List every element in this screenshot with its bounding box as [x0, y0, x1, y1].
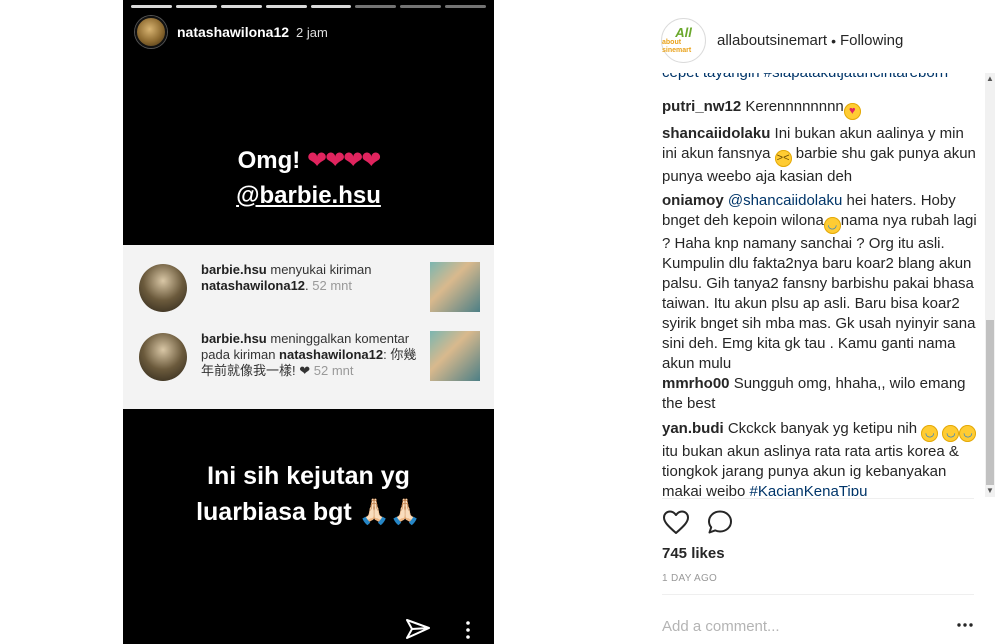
comment-bubble-icon[interactable] [706, 509, 734, 535]
notif-action: menyukai kiriman [266, 262, 372, 277]
post-header: All about sinemart allaboutsinemart • Fo… [661, 18, 903, 63]
header-separator: • [831, 32, 836, 49]
comment-hashtag[interactable]: #KacianKenaTipu [750, 483, 868, 496]
tears-of-joy-emoji-icon: ◡ [823, 217, 841, 234]
story-hearts: ❤❤❤❤ [306, 147, 381, 174]
account-avatar[interactable]: All about sinemart [661, 18, 706, 63]
notif-target: natashawilona12 [279, 347, 384, 362]
add-comment-input[interactable] [662, 614, 974, 638]
notification-screenshot: barbie.hsu menyukai kiriman natashawilon… [123, 245, 494, 409]
notif-thumbnail [430, 331, 480, 381]
story-footer [123, 614, 494, 644]
comment-item: oniamoy @shancaiidolaku hei haters. Hoby… [662, 191, 980, 374]
comments-list[interactable]: cepet tayangin #siapatakutjatuhcintarebo… [662, 73, 980, 496]
story-mention: @barbie.hsu [236, 182, 381, 209]
story-caption-line1: Ini sih kejutan yg [207, 462, 410, 490]
story-caption-omg: Omg! [237, 147, 301, 174]
comment-text: Ckckck banyak yg ketipu nih [723, 420, 922, 437]
story-header: natashawilona12 2 jam [135, 16, 328, 48]
notif-thumbnail [430, 262, 480, 312]
notif-target: natashawilona12 [201, 278, 306, 293]
story-avatar [135, 16, 167, 48]
comment-username[interactable]: putri_nw12 [662, 98, 741, 115]
tears-of-joy-emoji-icon: ◡ [942, 425, 960, 442]
tears-of-joy-emoji-icon: ◡ [959, 425, 977, 442]
notif-time: 52 mnt [313, 363, 354, 378]
divider [662, 498, 974, 499]
comment-text-after: nama nya rubah lagi ? Haha knp namany sa… [662, 212, 977, 372]
comment-username[interactable]: yan.budi [662, 420, 724, 437]
logo-text-top: All [675, 24, 692, 40]
comment-item: yan.budi Ckckck banyak yg ketipu nih ◡ ◡… [662, 419, 980, 496]
story-caption-bottom: Ini sih kejutan yg luarbiasa bgt 🙏🏻🙏🏻 [123, 458, 494, 530]
scroll-down-arrow-icon[interactable]: ▼ [985, 485, 995, 497]
notif-user: barbie.hsu [201, 331, 267, 346]
likes-count[interactable]: 745 likes [662, 545, 725, 562]
story-time: 2 jam [296, 24, 328, 40]
notif-user: barbie.hsu [201, 262, 267, 277]
post-actions [662, 509, 750, 535]
notif-time: 52 mnt [312, 278, 353, 293]
tears-of-joy-emoji-icon: ◡ [921, 425, 939, 442]
partial-comment: cepet tayangin #siapatakutjatuhcintarebo… [662, 73, 948, 83]
scroll-up-arrow-icon[interactable]: ▲ [985, 73, 995, 85]
notif-text: barbie.hsu meninggalkan komentar pada ki… [201, 331, 421, 381]
comment-text: Kerennnnnnnn [741, 98, 844, 115]
instagram-post-view: natashawilona12 2 jam Omg! ❤❤❤❤ @barbie.… [0, 0, 995, 644]
account-name[interactable]: allaboutsinemart [717, 32, 827, 49]
comment-username[interactable]: mmrho00 [662, 375, 730, 392]
persevering-emoji-icon: >< [774, 150, 792, 167]
scrollbar-thumb[interactable] [986, 320, 994, 485]
divider [662, 594, 974, 595]
following-button[interactable]: Following [840, 32, 903, 49]
story-caption-top: Omg! ❤❤❤❤ @barbie.hsu [123, 143, 494, 213]
heart-eyes-emoji-icon: ♥ [843, 103, 861, 120]
notif-text: barbie.hsu menyukai kiriman natashawilon… [201, 262, 372, 293]
notif-avatar [139, 333, 187, 381]
more-horizontal-icon[interactable] [956, 618, 974, 632]
comment-mention[interactable]: @shancaiidolaku [728, 192, 842, 209]
notification-like: barbie.hsu menyukai kiriman natashawilon… [139, 262, 480, 312]
comment-item: shancaiidolaku Ini bukan akun aalinya y … [662, 124, 980, 187]
comments-scrollbar[interactable]: ▲ ▼ [985, 73, 995, 497]
more-options-icon[interactable] [463, 620, 473, 640]
like-heart-icon[interactable] [662, 509, 690, 535]
story-username: natashawilona12 [177, 24, 290, 40]
send-icon[interactable] [405, 618, 431, 640]
story-progress-bars [131, 5, 486, 8]
post-age: 1 DAY AGO [662, 573, 718, 584]
comment-username[interactable]: oniamoy [662, 192, 724, 209]
comment-username[interactable]: shancaiidolaku [662, 125, 770, 142]
story-caption-line2: luarbiasa bgt 🙏🏻🙏🏻 [196, 498, 421, 526]
notification-comment: barbie.hsu meninggalkan komentar pada ki… [139, 331, 480, 381]
comment-item: putri_nw12 Kerennnnnnnn ♥ [662, 97, 980, 120]
notif-avatar [139, 264, 187, 312]
comment-item: mmrho00 Sungguh omg, hhaha,, wilo emang … [662, 374, 980, 414]
story-image: natashawilona12 2 jam Omg! ❤❤❤❤ @barbie.… [123, 0, 494, 644]
logo-text-bottom: about sinemart [662, 38, 692, 54]
